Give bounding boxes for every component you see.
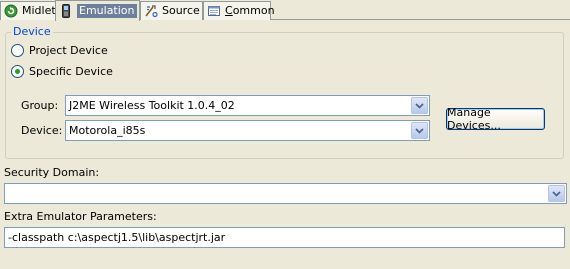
run-icon [4, 4, 18, 18]
device-group-legend: Device [11, 25, 53, 39]
group-label: Group: [21, 99, 59, 112]
device-select[interactable]: Motorola_i85s [65, 120, 430, 141]
specific-device-label: Specific Device [29, 65, 113, 78]
radio-button[interactable] [11, 65, 24, 78]
chevron-down-icon[interactable] [411, 122, 428, 139]
project-device-label: Project Device [29, 44, 108, 57]
specific-device-radio[interactable]: Specific Device [11, 64, 113, 79]
tab-label: Common [225, 4, 275, 17]
tab-label: Source [162, 4, 200, 17]
group-select-value: J2ME Wireless Toolkit 1.0.4_02 [69, 99, 235, 112]
security-domain-select[interactable] [4, 183, 567, 204]
tab-midlet[interactable]: Midlet [0, 1, 56, 20]
emulator-params-label: Extra Emulator Parameters: [4, 210, 157, 223]
device-select-value: Motorola_i85s [69, 124, 146, 137]
tab-common[interactable]: Common [203, 1, 275, 20]
tab-emulation[interactable]: Emulation [55, 0, 140, 21]
source-icon [144, 4, 158, 18]
radio-button[interactable] [11, 44, 24, 57]
manage-devices-button[interactable]: Manage Devices... [446, 106, 545, 132]
phone-icon [59, 4, 73, 18]
tab-source[interactable]: Source [140, 1, 203, 20]
device-label: Device: [21, 124, 63, 137]
tab-label: Emulation [77, 4, 137, 18]
security-domain-label: Security Domain: [4, 166, 100, 179]
tab-bar: Midlet Emulation Source Common [0, 0, 570, 21]
tab-label: Midlet [22, 4, 56, 17]
emulator-params-input[interactable]: -classpath c:\aspectj1.5\lib\aspectjrt.j… [4, 227, 565, 248]
chevron-down-icon[interactable] [548, 185, 565, 202]
common-icon [207, 4, 221, 18]
chevron-down-icon[interactable] [411, 97, 428, 114]
project-device-radio[interactable]: Project Device [11, 43, 108, 58]
group-select[interactable]: J2ME Wireless Toolkit 1.0.4_02 [65, 95, 430, 116]
